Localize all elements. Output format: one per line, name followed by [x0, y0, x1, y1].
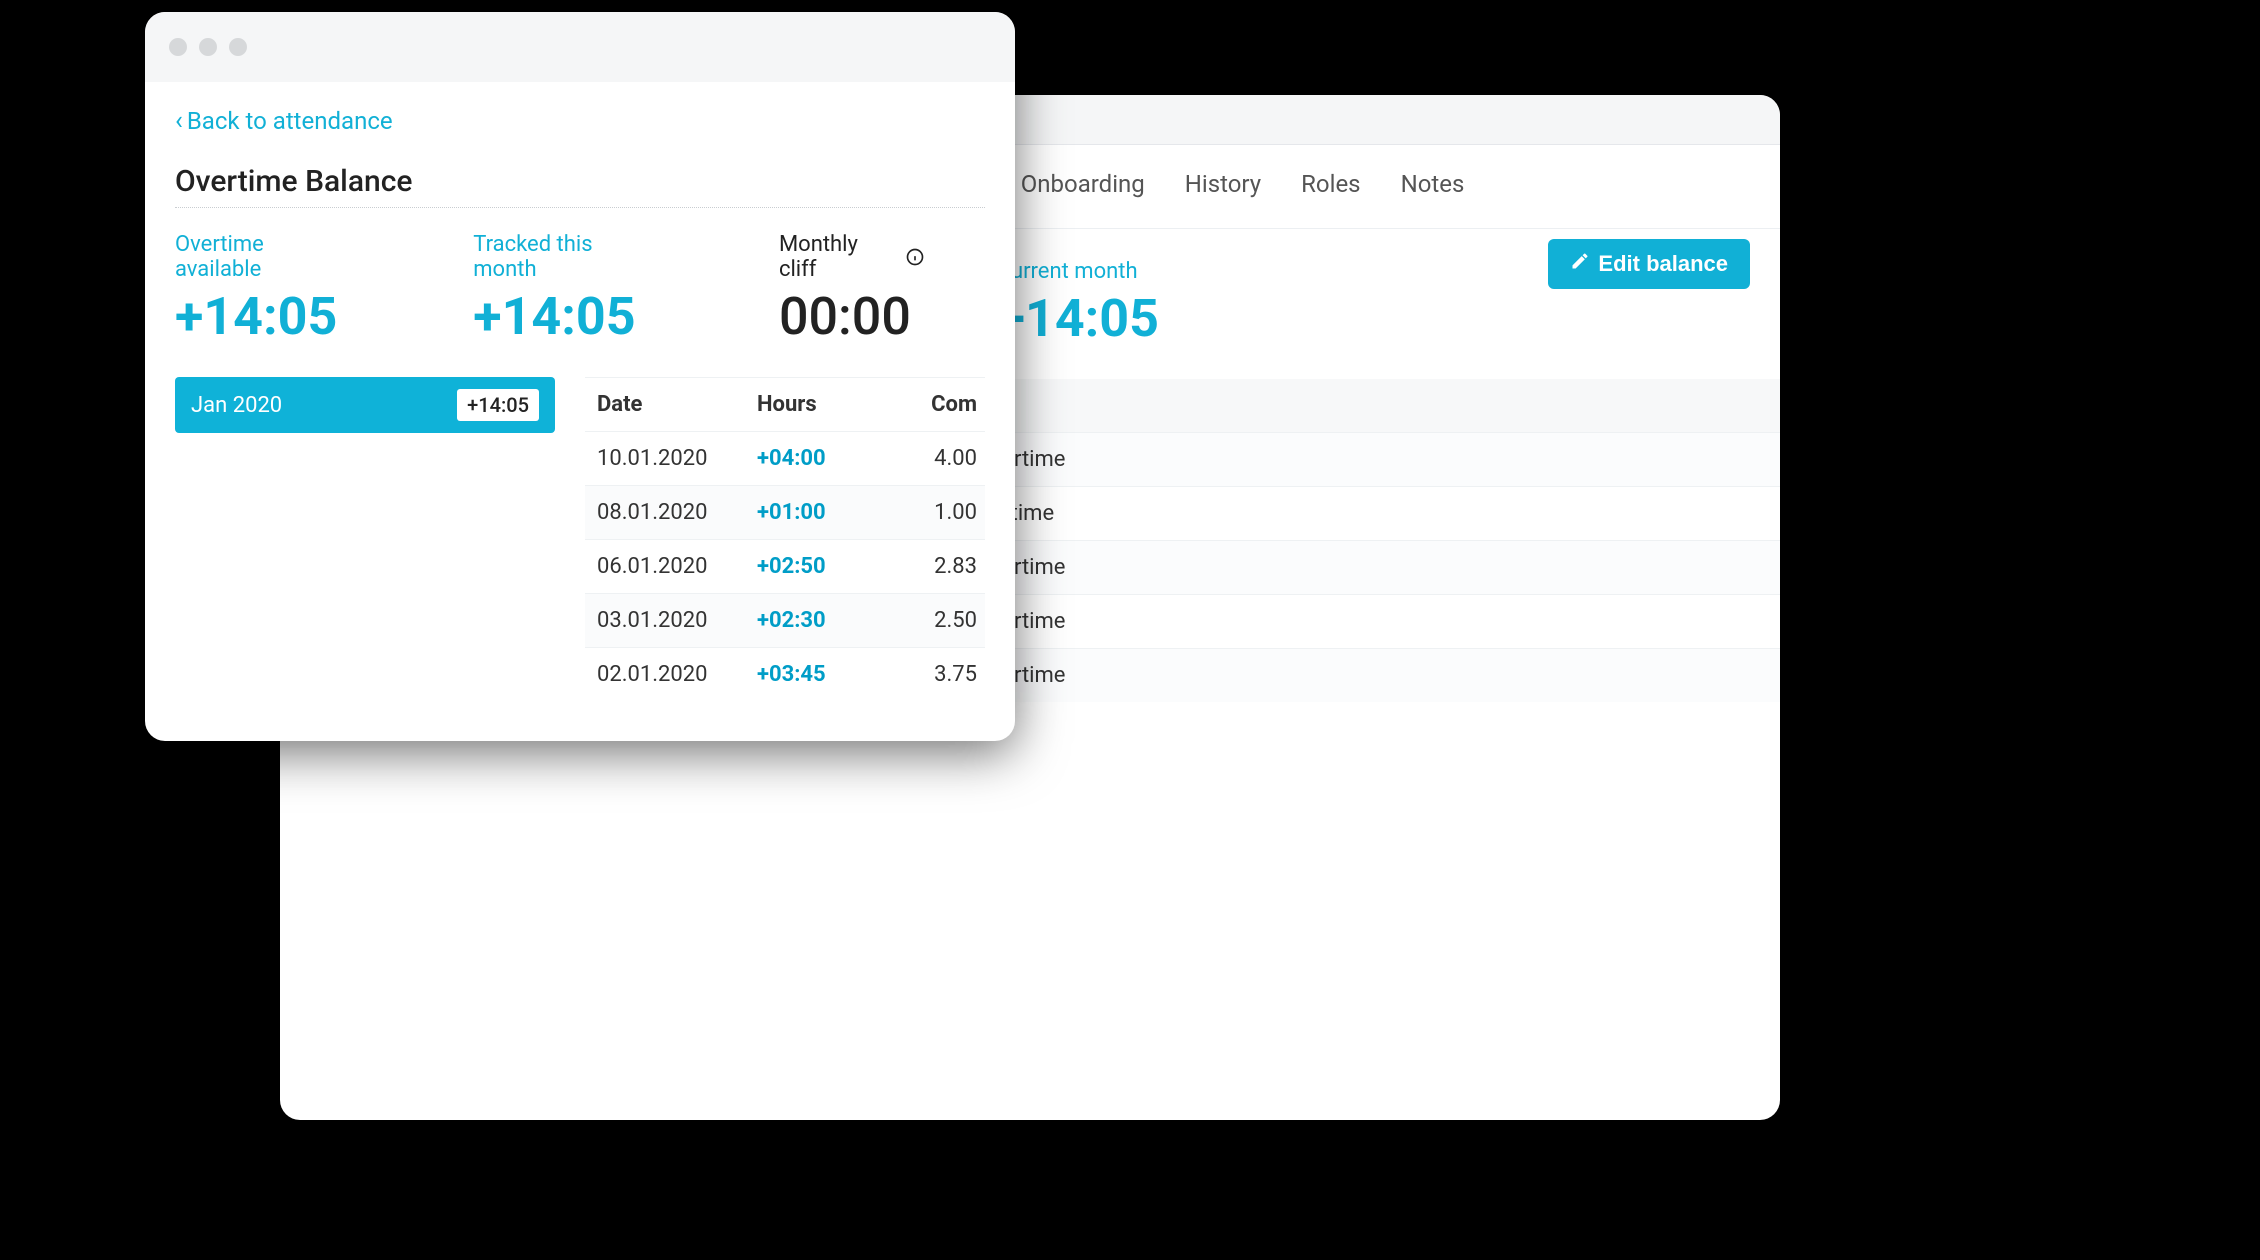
edit-balance-label: Edit balance: [1598, 251, 1728, 277]
info-icon[interactable]: [905, 247, 925, 267]
cell-com: 3.75: [887, 662, 977, 687]
traffic-light-dot: [169, 38, 187, 56]
metric-cliff-label: Monthly cliff: [779, 232, 899, 282]
foreground-window: ‹ Back to attendance Overtime Balance Ov…: [145, 12, 1015, 741]
cell-date: 06.01.2020: [597, 554, 747, 579]
chevron-left-icon: ‹: [175, 106, 183, 136]
metric-current-value: +14:05: [997, 288, 1159, 349]
page-title: Overtime Balance: [175, 164, 985, 199]
table-row: 10.01.2020 +04:00 4.00: [585, 431, 985, 485]
metric-available-label: Overtime available: [175, 232, 353, 282]
pencil-icon: [1570, 251, 1590, 277]
month-selector[interactable]: Jan 2020 +14:05: [175, 377, 555, 433]
cell-com: 2.83: [887, 554, 977, 579]
cell-hours: +04:00: [757, 446, 877, 471]
cell-hours: +02:50: [757, 554, 877, 579]
metric-cliff-value: 00:00: [779, 286, 925, 347]
tab-roles[interactable]: Roles: [1301, 170, 1360, 198]
col-com: Com: [887, 392, 977, 417]
cell-date: 08.01.2020: [597, 500, 747, 525]
tab-history[interactable]: History: [1185, 170, 1261, 198]
metric-available-value: +14:05: [175, 286, 353, 347]
table-row: 08.01.2020 +01:00 1.00: [585, 485, 985, 539]
cell-com: 4.00: [887, 446, 977, 471]
metric-tracked-label: Tracked this month: [473, 232, 659, 282]
metric-monthly-cliff: Monthly cliff 00:00: [779, 232, 925, 347]
cell-date: 03.01.2020: [597, 608, 747, 633]
back-link-label: Back to attendance: [187, 107, 393, 135]
overtime-entries-table: Date Hours Com 10.01.2020 +04:00 4.00 08…: [585, 377, 985, 701]
table-header-row: Date Hours Com: [585, 377, 985, 431]
cell-com: 2.50: [887, 608, 977, 633]
metric-current-label: Current month: [997, 259, 1159, 284]
tab-notes[interactable]: Notes: [1401, 170, 1465, 198]
metric-tracked-month: Tracked this month +14:05: [473, 232, 659, 347]
traffic-light-dot: [199, 38, 217, 56]
cell-date: 10.01.2020: [597, 446, 747, 471]
col-hours: Hours: [757, 392, 877, 417]
table-row: 06.01.2020 +02:50 2.83: [585, 539, 985, 593]
tab-onboarding[interactable]: Onboarding: [1021, 170, 1145, 198]
month-balance-badge: +14:05: [457, 389, 539, 421]
traffic-light-dot: [229, 38, 247, 56]
metric-current-month: Current month +14:05: [997, 259, 1159, 349]
cell-hours: +03:45: [757, 662, 877, 687]
cell-hours: +02:30: [757, 608, 877, 633]
edit-balance-button[interactable]: Edit balance: [1548, 239, 1750, 289]
cell-com: 1.00: [887, 500, 977, 525]
divider: [175, 207, 985, 208]
month-label: Jan 2020: [191, 393, 282, 418]
table-row: 02.01.2020 +03:45 3.75: [585, 647, 985, 701]
window-titlebar: [145, 12, 1015, 82]
table-row: 03.01.2020 +02:30 2.50: [585, 593, 985, 647]
metric-overtime-available: Overtime available +14:05: [175, 232, 353, 347]
col-date: Date: [597, 392, 747, 417]
back-to-attendance-link[interactable]: ‹ Back to attendance: [175, 106, 393, 136]
metrics-row: Overtime available +14:05 Tracked this m…: [175, 232, 985, 347]
metric-tracked-value: +14:05: [473, 286, 659, 347]
cell-hours: +01:00: [757, 500, 877, 525]
cell-date: 02.01.2020: [597, 662, 747, 687]
